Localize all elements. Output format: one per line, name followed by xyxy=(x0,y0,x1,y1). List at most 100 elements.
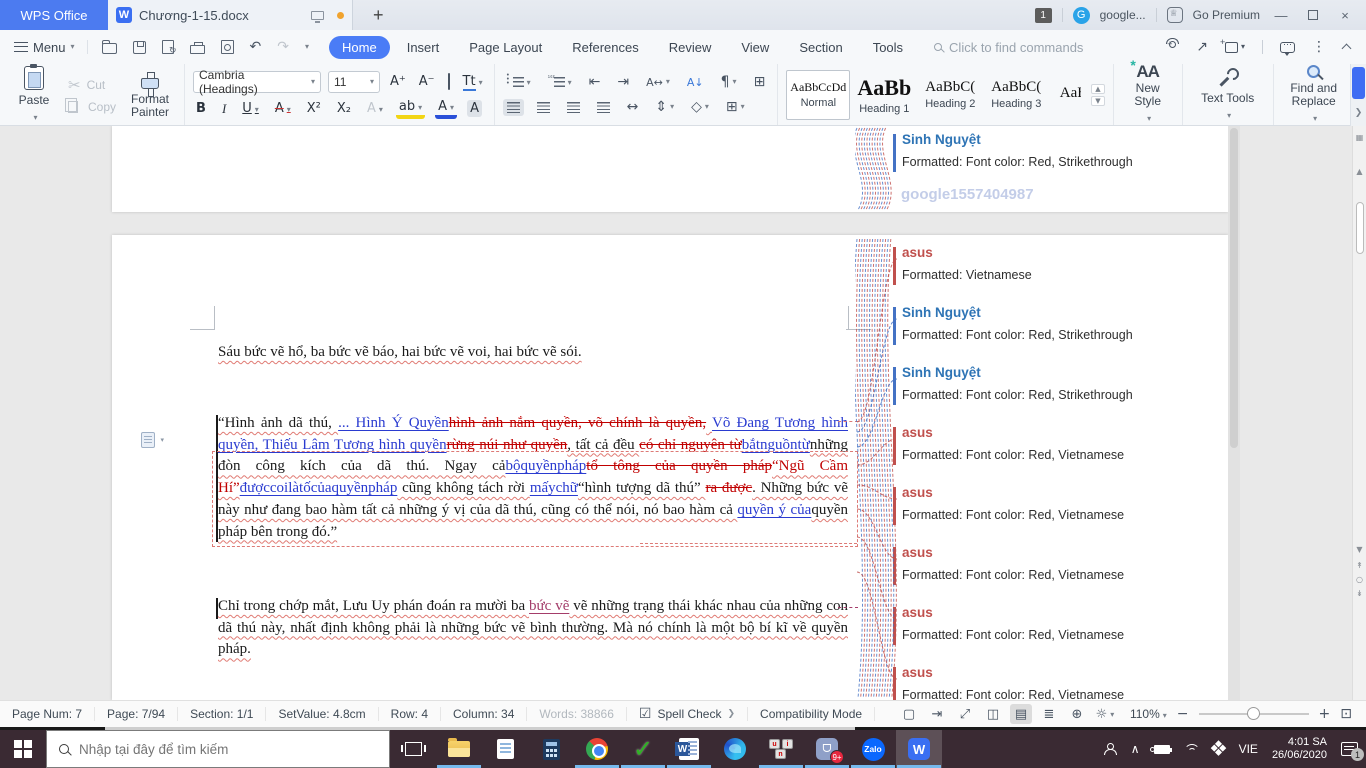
command-search[interactable]: Click to find commands xyxy=(934,40,1083,55)
document-page-prev[interactable] xyxy=(112,126,1228,212)
discord-button[interactable]: ᗜ9+ xyxy=(804,730,850,768)
format-painter-button[interactable]: Format Painter xyxy=(124,71,176,119)
styles-scroll-up-icon[interactable] xyxy=(1091,84,1104,94)
print-preview-icon[interactable] xyxy=(221,40,234,54)
unikey-button[interactable]: u i n xyxy=(758,730,804,768)
fit-page-icon[interactable] xyxy=(1340,707,1352,721)
more-options-icon[interactable] xyxy=(1312,40,1326,54)
scroll-up-icon[interactable] xyxy=(1356,168,1362,176)
document-tab[interactable]: W Chương-1-15.docx xyxy=(108,0,353,30)
wps-office-tab[interactable]: WPS Office xyxy=(0,0,108,30)
text-effects-button[interactable]: Tt xyxy=(460,73,486,90)
superscript-button[interactable] xyxy=(304,100,324,117)
status-section[interactable]: Section: 1/1 xyxy=(178,707,266,721)
start-button[interactable] xyxy=(0,730,46,768)
eye-protection-icon[interactable] xyxy=(1094,704,1116,724)
ribbon-tab-view[interactable]: View xyxy=(728,36,782,59)
print-icon[interactable] xyxy=(190,45,205,54)
language-indicator[interactable]: VIE xyxy=(1239,742,1258,756)
account-name[interactable]: google... xyxy=(1100,8,1146,22)
notepad-button[interactable] xyxy=(482,730,528,768)
clock[interactable]: 4:01 SA 26/06/2020 xyxy=(1272,736,1327,762)
save-icon[interactable] xyxy=(133,41,146,54)
ribbon-expand-icon[interactable] xyxy=(1355,108,1363,118)
new-style-button[interactable]: AA New Style xyxy=(1122,65,1174,125)
next-page-icon[interactable] xyxy=(1356,590,1363,598)
share-icon[interactable] xyxy=(1196,40,1208,54)
notification-icon[interactable]: 1 xyxy=(1341,742,1358,756)
strikethrough-button[interactable]: A xyxy=(272,100,294,117)
sort-button[interactable] xyxy=(683,74,708,91)
paragraph-marks-button[interactable] xyxy=(717,72,741,92)
style-card-more[interactable]: AaBbC xyxy=(1050,70,1081,120)
wps-button[interactable]: W xyxy=(896,730,942,768)
paragraph-p1[interactable]: Sáu bức vẽ hổ, ba bức vẽ báo, hai bức vẽ… xyxy=(218,342,848,364)
revision-indicator-icon[interactable] xyxy=(141,432,155,448)
previous-page-icon[interactable] xyxy=(1356,562,1363,570)
checkmark-app-button[interactable] xyxy=(620,730,666,768)
view-reading-icon[interactable] xyxy=(898,704,920,724)
copy-button[interactable]: Copy xyxy=(68,100,116,114)
battery-icon[interactable] xyxy=(1154,745,1170,754)
view-web-icon[interactable] xyxy=(1066,704,1088,724)
highlight-button[interactable]: ab xyxy=(396,98,425,119)
dropbox-icon[interactable] xyxy=(1209,740,1227,758)
go-premium-button[interactable]: Go Premium xyxy=(1193,8,1260,22)
chrome-button[interactable] xyxy=(574,730,620,768)
minimize-button[interactable]: — xyxy=(1270,8,1292,23)
clear-format-button[interactable] xyxy=(445,73,453,90)
window-count-badge[interactable]: 1 xyxy=(1035,8,1052,23)
zoom-slider[interactable] xyxy=(1199,713,1309,715)
open-icon[interactable] xyxy=(102,43,117,54)
decrease-font-button[interactable] xyxy=(416,73,438,90)
text-tools-button[interactable]: Text Tools xyxy=(1191,68,1265,122)
font-size-combo[interactable]: 11 xyxy=(328,71,380,93)
ribbon-tab-section[interactable]: Section xyxy=(786,36,855,59)
zoom-out-button[interactable] xyxy=(1177,707,1189,721)
cut-button[interactable]: Cut xyxy=(68,76,116,94)
new-window-button[interactable] xyxy=(1225,42,1245,53)
taskbar-search-input[interactable] xyxy=(79,742,339,757)
scrollbar-thumb[interactable] xyxy=(1356,202,1364,254)
zalo-button[interactable]: Zalo xyxy=(850,730,896,768)
view-fullscreen-icon[interactable] xyxy=(954,704,976,724)
bold-button[interactable]: B xyxy=(193,100,209,117)
zoom-in-button[interactable] xyxy=(1319,707,1331,721)
ribbon-tab-home[interactable]: Home xyxy=(329,36,390,59)
status-row[interactable]: Row: 4 xyxy=(379,707,441,721)
underline-button[interactable]: U xyxy=(239,100,262,117)
comments-pane-scrollbar-thumb[interactable] xyxy=(1230,128,1238,448)
share-user-icon[interactable] xyxy=(1166,41,1179,53)
word-button[interactable] xyxy=(666,730,712,768)
align-right-button[interactable] xyxy=(563,99,584,116)
align-left-button[interactable] xyxy=(503,99,524,116)
paragraph-p3[interactable]: Chỉ trong chớp mắt, Lưu Uy phán đoán ra … xyxy=(218,596,848,661)
align-center-button[interactable] xyxy=(533,99,554,116)
character-scale-button[interactable] xyxy=(642,74,674,91)
edge-button[interactable] xyxy=(712,730,758,768)
collapse-ribbon-icon[interactable] xyxy=(1342,44,1352,54)
scroll-down-icon[interactable] xyxy=(1356,546,1362,554)
zoom-percent[interactable]: 110% xyxy=(1130,707,1167,721)
redo-icon[interactable] xyxy=(277,40,289,54)
distribute-button[interactable] xyxy=(623,97,643,117)
undo-icon[interactable] xyxy=(250,40,262,54)
line-spacing-button[interactable] xyxy=(651,97,678,117)
status-setvalue[interactable]: SetValue: 4.8cm xyxy=(266,707,378,721)
increase-font-button[interactable] xyxy=(387,73,409,90)
insert-table-icon[interactable] xyxy=(750,72,770,92)
task-view-button[interactable] xyxy=(390,730,436,768)
justify-button[interactable] xyxy=(593,99,614,116)
numbering-button[interactable] xyxy=(544,73,576,91)
comment-icon[interactable] xyxy=(1280,42,1295,53)
italic-button[interactable]: I xyxy=(219,100,229,117)
ribbon-tab-references[interactable]: References xyxy=(559,36,651,59)
tray-expand-icon[interactable] xyxy=(1131,743,1140,755)
word-count[interactable]: Words: 38866 xyxy=(527,707,627,721)
styles-scroll-down-icon[interactable] xyxy=(1091,96,1104,106)
shading-button[interactable] xyxy=(687,97,713,117)
view-two-page-icon[interactable] xyxy=(982,704,1004,724)
text-outline-button[interactable]: A xyxy=(364,100,386,117)
toolbar-more-icon[interactable] xyxy=(305,43,309,51)
status-page-num[interactable]: Page Num: 7 xyxy=(0,707,95,721)
